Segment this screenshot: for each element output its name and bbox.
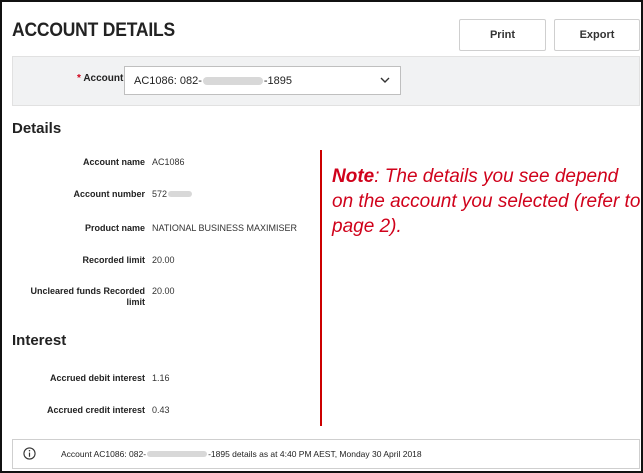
accrued-debit-value: 1.16 xyxy=(152,373,170,383)
accrued-debit-label: Accrued debit interest xyxy=(49,373,145,383)
note-lead: Note xyxy=(332,166,375,187)
account-select-prefix: AC1086: 082- xyxy=(134,74,202,87)
details-heading: Details xyxy=(12,120,62,137)
account-name-label: Account name xyxy=(82,157,145,167)
masked-digits xyxy=(147,451,208,457)
account-label: * Account xyxy=(77,73,123,84)
product-name-value: NATIONAL BUSINESS MAXIMISER xyxy=(152,223,298,233)
export-button[interactable]: Export xyxy=(554,19,640,51)
account-number-value: 572 xyxy=(152,189,193,199)
annotation-note: Note: The details you see depend on the … xyxy=(332,164,642,239)
page-title: ACCOUNT DETAILS xyxy=(12,20,175,41)
account-select[interactable]: AC1086: 082- -1895 xyxy=(124,66,401,95)
status-footer: Account AC1086: 082- -1895 details as at … xyxy=(12,439,640,469)
account-selector-bar: * Account AC1086: 082- -1895 xyxy=(12,56,640,106)
interest-heading: Interest xyxy=(12,332,67,349)
account-number-visible: 572 xyxy=(152,189,168,199)
footer-suffix: -1895 details as at 4:40 PM AEST, Monday… xyxy=(208,449,422,459)
required-mark: * xyxy=(77,73,81,84)
uncleared-funds-label: Uncleared funds Recorded limit xyxy=(30,286,145,307)
accrued-credit-value: 0.43 xyxy=(152,405,170,415)
account-name-value: AC1086 xyxy=(152,157,185,167)
info-icon xyxy=(23,447,36,460)
chevron-down-icon[interactable] xyxy=(380,75,390,85)
account-details-panel: ACCOUNT DETAILS Print Export * Account A… xyxy=(0,0,643,473)
account-select-suffix: -1895 xyxy=(263,74,293,87)
accrued-credit-label: Accrued credit interest xyxy=(46,405,145,415)
note-text: : The details you see depend on the acco… xyxy=(332,166,641,237)
annotation-divider xyxy=(320,150,322,426)
recorded-limit-value: 20.00 xyxy=(152,255,175,265)
account-label-text: Account xyxy=(83,73,124,84)
print-button[interactable]: Print xyxy=(459,19,546,51)
uncleared-funds-value: 20.00 xyxy=(152,286,175,296)
masked-digits xyxy=(202,76,263,85)
masked-digits xyxy=(168,191,193,197)
recorded-limit-label: Recorded limit xyxy=(82,255,145,265)
product-name-label: Product name xyxy=(84,223,145,233)
footer-text: Account AC1086: 082- -1895 details as at … xyxy=(61,449,422,459)
footer-prefix: Account AC1086: 082- xyxy=(61,449,147,459)
account-number-label: Account number xyxy=(73,189,145,199)
